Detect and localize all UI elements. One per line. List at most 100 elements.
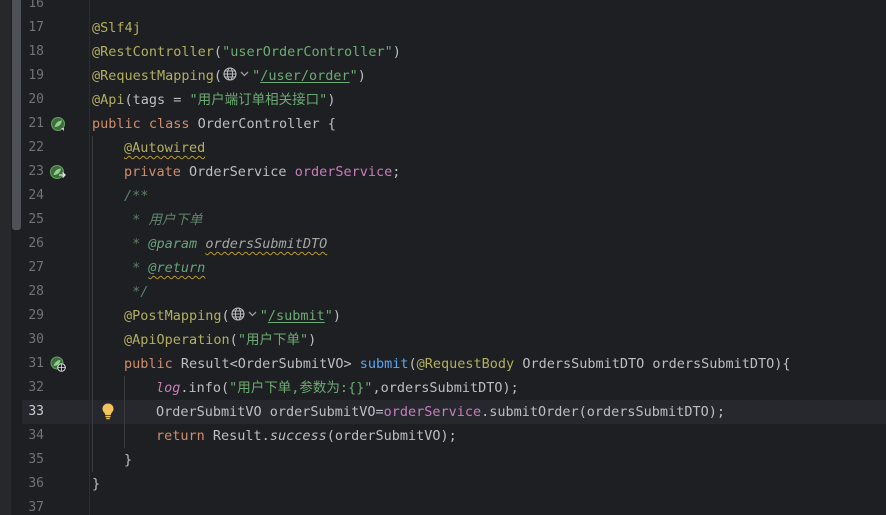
- line-number[interactable]: 23: [22, 160, 44, 184]
- arguments: ,ordersSubmitDTO);: [372, 380, 519, 396]
- line-number[interactable]: 26: [22, 232, 44, 256]
- line-number[interactable]: 30: [22, 328, 44, 352]
- paren: (: [408, 356, 417, 372]
- code-line-35[interactable]: }: [124, 448, 886, 472]
- lightbulb-icon[interactable]: [100, 402, 116, 420]
- annotation: @RestController: [92, 44, 214, 60]
- code-line-34[interactable]: return Result.success(orderSubmitVO);: [156, 424, 886, 448]
- quote: ": [252, 68, 261, 84]
- semicolon: ;: [392, 164, 401, 180]
- type-name: Result.: [212, 428, 270, 444]
- globe-icon[interactable]: [230, 306, 260, 322]
- url-path-link[interactable]: /user/order: [260, 68, 349, 84]
- keyword: private: [124, 164, 190, 180]
- code-line-30[interactable]: @ApiOperation("用户下单"): [124, 328, 886, 352]
- paren: ): [357, 68, 366, 84]
- code-line-19[interactable]: @RequestMapping("/user/order"): [92, 64, 886, 88]
- line-number-current[interactable]: 33: [22, 400, 44, 424]
- line-number[interactable]: 36: [22, 472, 44, 496]
- code-editor[interactable]: 16 17 18 19 20 21 22 23 24 25 26 27 28 2…: [0, 0, 886, 515]
- line-number[interactable]: 20: [22, 88, 44, 112]
- indent-guide: [92, 136, 93, 472]
- indent-guide: [124, 376, 125, 448]
- code-line-29[interactable]: @PostMapping("/submit"): [124, 304, 886, 328]
- string-literal: "用户下单": [237, 332, 309, 348]
- method-name: submit: [359, 356, 409, 372]
- paren: ): [327, 92, 336, 108]
- line-number[interactable]: 29: [22, 304, 44, 328]
- parameters: OrdersSubmitDTO ordersSubmitDTO){: [514, 356, 791, 372]
- code-line-20[interactable]: @Api(tags = "用户端订单相关接口"): [92, 88, 886, 112]
- annotation: @RequestBody: [416, 356, 515, 372]
- line-number[interactable]: 34: [22, 424, 44, 448]
- comment: /**: [124, 188, 149, 204]
- arguments: (orderSubmitVO);: [326, 428, 457, 444]
- code-line-26[interactable]: * @param ordersSubmitDTO: [124, 232, 886, 256]
- line-number[interactable]: 32: [22, 376, 44, 400]
- comment: *: [124, 236, 149, 252]
- keyword: return: [156, 428, 213, 444]
- line-number[interactable]: 22: [22, 136, 44, 160]
- quote: ": [349, 68, 358, 84]
- paren: (: [213, 44, 223, 60]
- line-number[interactable]: 17: [22, 16, 44, 40]
- declaration: OrderSubmitVO orderSubmitVO=: [156, 404, 384, 420]
- javadoc-tag: @return: [148, 260, 206, 276]
- line-number[interactable]: 25: [22, 208, 44, 232]
- code-line-22[interactable]: @Autowired: [124, 136, 886, 160]
- keyword: public: [124, 356, 181, 372]
- code-line-25[interactable]: * 用户下单: [124, 208, 886, 232]
- code-line-21[interactable]: public class OrderController {: [92, 112, 886, 136]
- code-line-17[interactable]: @Slf4j: [92, 16, 886, 40]
- line-number[interactable]: 37: [22, 496, 44, 515]
- comment: *: [124, 260, 149, 276]
- gutter-divider: [89, 0, 90, 515]
- line-number[interactable]: 16: [22, 0, 44, 16]
- code-line-24[interactable]: /**: [124, 184, 886, 208]
- method-call: .submitOrder(ordersSubmitDTO);: [481, 404, 725, 420]
- code-line-31[interactable]: public Result<OrderSubmitVO> submit(@Req…: [124, 352, 886, 376]
- code-line-23[interactable]: private OrderService orderService;: [124, 160, 886, 184]
- string-literal: "用户端订单相关接口": [189, 92, 328, 108]
- line-number[interactable]: 35: [22, 448, 44, 472]
- code-line-32[interactable]: log.info("用户下单,参数为:{}",ordersSubmitDTO);: [156, 376, 886, 400]
- line-number[interactable]: 21: [22, 112, 44, 136]
- scrollbar-thumb[interactable]: [12, 0, 21, 230]
- code-line-27[interactable]: * @return: [124, 256, 886, 280]
- comment: */: [124, 284, 149, 300]
- line-number[interactable]: 24: [22, 184, 44, 208]
- spring-autowired-navigate-icon[interactable]: [50, 164, 66, 180]
- annotation: @Api: [92, 92, 125, 108]
- comment: * 用户下单: [124, 212, 203, 228]
- paren: ): [332, 308, 342, 324]
- code-line-33[interactable]: OrderSubmitVO orderSubmitVO=orderService…: [156, 400, 886, 424]
- paren: (: [213, 68, 223, 84]
- url-path-link[interactable]: /submit: [268, 308, 325, 324]
- paren: ): [308, 332, 317, 348]
- keyword: public class: [92, 116, 198, 132]
- javadoc-tag: @param: [148, 236, 198, 252]
- annotation: @Autowired: [124, 140, 206, 156]
- line-number[interactable]: 27: [22, 256, 44, 280]
- type-name: Result<OrderSubmitVO>: [180, 356, 360, 372]
- field-name: orderService: [294, 164, 393, 180]
- brace: }: [124, 452, 133, 468]
- brace: }: [92, 476, 101, 492]
- line-number[interactable]: 18: [22, 40, 44, 64]
- globe-icon[interactable]: [222, 66, 252, 82]
- spring-bean-icon[interactable]: [50, 116, 66, 132]
- method-call: .info(: [180, 380, 230, 396]
- code-line-18[interactable]: @RestController("userOrderController"): [92, 40, 886, 64]
- paren: (: [221, 308, 230, 324]
- web-endpoint-icon[interactable]: [50, 356, 66, 372]
- code-line-36[interactable]: }: [92, 472, 886, 496]
- annotation: @Slf4j: [92, 20, 141, 36]
- line-number[interactable]: 19: [22, 64, 44, 88]
- line-number[interactable]: 28: [22, 280, 44, 304]
- annotation-args: (tags =: [124, 92, 190, 108]
- quote: ": [324, 308, 333, 324]
- code-line-28[interactable]: */: [124, 280, 886, 304]
- class-declaration: OrderController {: [197, 116, 336, 132]
- line-number[interactable]: 31: [22, 352, 44, 376]
- string-literal: "userOrderController": [222, 44, 393, 60]
